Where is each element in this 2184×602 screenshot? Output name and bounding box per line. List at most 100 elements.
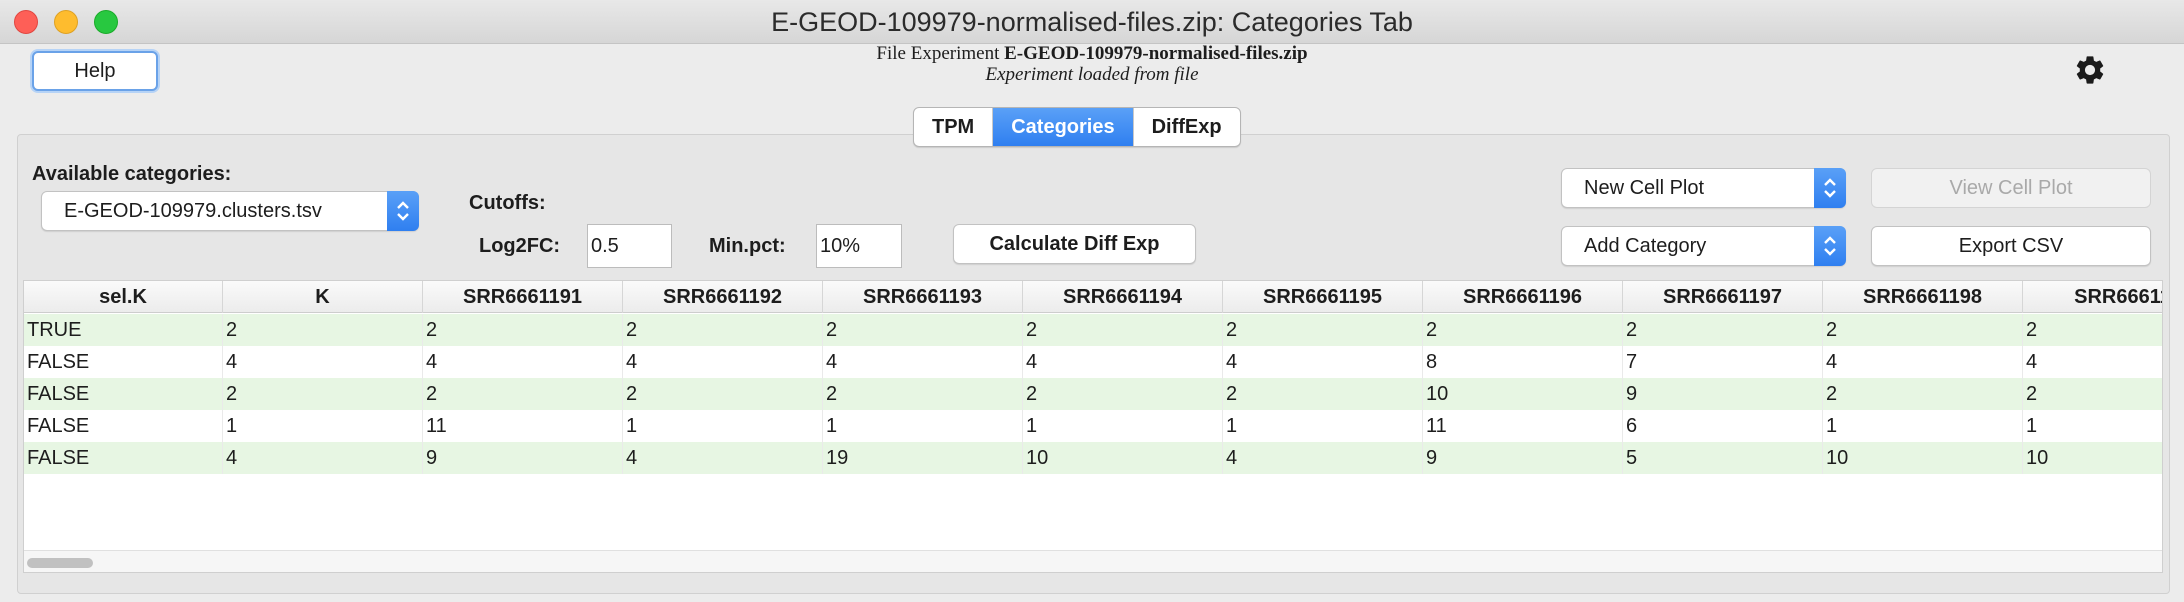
tab-diffexp[interactable]: DiffExp bbox=[1134, 108, 1240, 146]
horizontal-scrollbar[interactable] bbox=[24, 550, 2162, 572]
export-csv-button[interactable]: Export CSV bbox=[1871, 226, 2151, 266]
table-cell[interactable]: 1 bbox=[1823, 410, 2023, 442]
column-header[interactable]: SRR6661197 bbox=[1623, 281, 1823, 313]
table-cell[interactable]: 10 bbox=[1023, 442, 1223, 474]
table-cell[interactable]: 2 bbox=[1023, 314, 1223, 346]
table-cell[interactable]: 2 bbox=[1223, 314, 1423, 346]
calculate-diff-exp-button[interactable]: Calculate Diff Exp bbox=[953, 224, 1196, 264]
cell-plot-select[interactable]: New Cell Plot bbox=[1561, 168, 1846, 208]
add-category-select-value: Add Category bbox=[1584, 235, 1707, 257]
table-cell[interactable]: FALSE bbox=[24, 442, 223, 474]
table-cell[interactable]: 4 bbox=[223, 442, 423, 474]
table-cell[interactable]: 1 bbox=[2023, 410, 2162, 442]
table-cell[interactable]: 1 bbox=[223, 410, 423, 442]
available-categories-label: Available categories: bbox=[32, 163, 232, 185]
table-cell[interactable]: 1 bbox=[623, 410, 823, 442]
table-cell[interactable]: 2 bbox=[223, 378, 423, 410]
table-cell[interactable]: 1 bbox=[823, 410, 1023, 442]
column-header[interactable]: SRR66611 bbox=[2023, 281, 2162, 313]
gear-icon[interactable] bbox=[2073, 53, 2107, 87]
table-cell[interactable]: 2 bbox=[1423, 314, 1623, 346]
minpct-label: Min.pct: bbox=[709, 235, 786, 257]
tab-bar: TPM Categories DiffExp bbox=[913, 107, 1241, 147]
table-cell[interactable]: 1 bbox=[1223, 410, 1423, 442]
table-row[interactable]: TRUE 2 2 2 2 2 2 2 2 2 2 bbox=[24, 314, 2162, 346]
file-name: E-GEOD-109979-normalised-files.zip bbox=[1004, 43, 1308, 64]
table-cell[interactable]: FALSE bbox=[24, 378, 223, 410]
table-cell[interactable]: 7 bbox=[1623, 346, 1823, 378]
table-cell[interactable]: 9 bbox=[1423, 442, 1623, 474]
tab-tpm[interactable]: TPM bbox=[914, 108, 994, 146]
column-header[interactable]: SRR6661195 bbox=[1223, 281, 1423, 313]
updown-arrows-icon bbox=[1814, 168, 1846, 208]
table-row[interactable]: FALSE 4 4 4 4 4 4 8 7 4 4 bbox=[24, 346, 2162, 378]
table-row[interactable]: FALSE 4 9 4 19 10 4 9 5 10 10 bbox=[24, 442, 2162, 474]
table-cell[interactable]: FALSE bbox=[24, 410, 223, 442]
table-cell[interactable]: 11 bbox=[423, 410, 623, 442]
table-cell[interactable]: 2 bbox=[423, 314, 623, 346]
table-cell[interactable]: 2 bbox=[1823, 314, 2023, 346]
table-cell[interactable]: 4 bbox=[1223, 346, 1423, 378]
category-select[interactable]: E-GEOD-109979.clusters.tsv bbox=[41, 191, 419, 231]
table-cell[interactable]: FALSE bbox=[24, 346, 223, 378]
table-row[interactable]: FALSE 1 11 1 1 1 1 11 6 1 1 bbox=[24, 410, 2162, 442]
cell-plot-select-value: New Cell Plot bbox=[1584, 177, 1705, 199]
table-cell[interactable]: 10 bbox=[1423, 378, 1623, 410]
status-text: Experiment loaded from file bbox=[985, 64, 1199, 85]
minpct-input[interactable]: 10% bbox=[816, 224, 902, 268]
table-cell[interactable]: 4 bbox=[1223, 442, 1423, 474]
add-category-select[interactable]: Add Category bbox=[1561, 226, 1846, 266]
tab-categories[interactable]: Categories bbox=[993, 108, 1134, 146]
table-cell[interactable]: 9 bbox=[1623, 378, 1823, 410]
table-cell[interactable]: 4 bbox=[623, 442, 823, 474]
column-header[interactable]: SRR6661196 bbox=[1423, 281, 1623, 313]
column-header[interactable]: sel.K bbox=[24, 281, 223, 313]
cutoffs-label: Cutoffs: bbox=[469, 192, 546, 214]
table-cell[interactable]: 8 bbox=[1423, 346, 1623, 378]
table-cell[interactable]: 4 bbox=[2023, 346, 2162, 378]
table-cell[interactable]: 2 bbox=[623, 314, 823, 346]
table-cell[interactable]: 1 bbox=[1023, 410, 1223, 442]
table-cell[interactable]: 5 bbox=[1623, 442, 1823, 474]
table-cell[interactable]: 2 bbox=[423, 378, 623, 410]
table-cell[interactable]: 2 bbox=[1023, 378, 1223, 410]
table-header: sel.K K SRR6661191 SRR6661192 SRR6661193… bbox=[24, 281, 2162, 313]
table-cell[interactable]: 4 bbox=[1823, 346, 2023, 378]
column-header[interactable]: SRR6661193 bbox=[823, 281, 1023, 313]
table-cell[interactable]: 10 bbox=[2023, 442, 2162, 474]
table-cell[interactable]: 10 bbox=[1823, 442, 2023, 474]
table-cell[interactable]: 2 bbox=[1223, 378, 1423, 410]
table-cell[interactable]: 9 bbox=[423, 442, 623, 474]
file-experiment-line: File Experiment E-GEOD-109979-normalised… bbox=[0, 43, 2184, 65]
table-cell[interactable]: 4 bbox=[623, 346, 823, 378]
category-select-value: E-GEOD-109979.clusters.tsv bbox=[64, 200, 322, 222]
table-cell[interactable]: 2 bbox=[223, 314, 423, 346]
table-cell[interactable]: 2 bbox=[2023, 314, 2162, 346]
table-row[interactable]: FALSE 2 2 2 2 2 2 10 9 2 2 bbox=[24, 378, 2162, 410]
log2fc-input[interactable]: 0.5 bbox=[587, 224, 672, 268]
table-cell[interactable]: 4 bbox=[1023, 346, 1223, 378]
table-cell[interactable]: 4 bbox=[823, 346, 1023, 378]
scrollbar-thumb[interactable] bbox=[27, 558, 93, 568]
table-cell[interactable]: 4 bbox=[423, 346, 623, 378]
table-cell[interactable]: 2 bbox=[623, 378, 823, 410]
file-prefix: File Experiment bbox=[876, 43, 1000, 64]
column-header[interactable]: SRR6661191 bbox=[423, 281, 623, 313]
table-cell[interactable]: 2 bbox=[1823, 378, 2023, 410]
table-cell[interactable]: 11 bbox=[1423, 410, 1623, 442]
column-header[interactable]: SRR6661194 bbox=[1023, 281, 1223, 313]
column-header[interactable]: SRR6661192 bbox=[623, 281, 823, 313]
table-cell[interactable]: 4 bbox=[223, 346, 423, 378]
table-cell[interactable]: 2 bbox=[1623, 314, 1823, 346]
view-cell-plot-button[interactable]: View Cell Plot bbox=[1871, 168, 2151, 208]
table-cell[interactable]: TRUE bbox=[24, 314, 223, 346]
table-cell[interactable]: 6 bbox=[1623, 410, 1823, 442]
table-cell[interactable]: 2 bbox=[823, 314, 1023, 346]
column-header[interactable]: SRR6661198 bbox=[1823, 281, 2023, 313]
table-cell[interactable]: 19 bbox=[823, 442, 1023, 474]
categories-table: sel.K K SRR6661191 SRR6661192 SRR6661193… bbox=[23, 280, 2163, 573]
table-cell[interactable]: 2 bbox=[823, 378, 1023, 410]
updown-arrows-icon bbox=[387, 191, 419, 231]
table-cell[interactable]: 2 bbox=[2023, 378, 2162, 410]
column-header[interactable]: K bbox=[223, 281, 423, 313]
